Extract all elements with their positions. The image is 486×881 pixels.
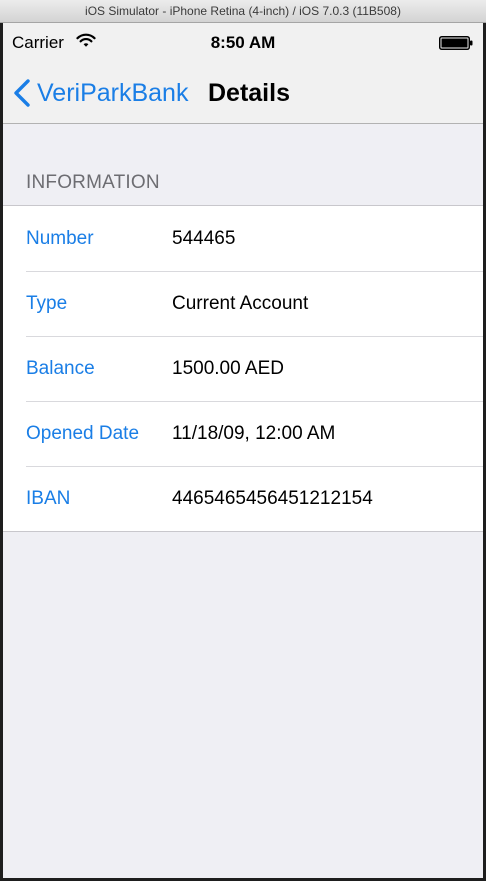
row-label: IBAN [26, 488, 71, 509]
row-value: 544465 [172, 228, 236, 249]
table-row-number[interactable]: Number 544465 [3, 206, 483, 271]
table-row-type[interactable]: Type Current Account [3, 271, 483, 336]
simulator-window: iOS Simulator - iPhone Retina (4-inch) /… [0, 0, 486, 881]
row-label: Opened Date [26, 423, 140, 444]
row-label: Number [26, 228, 94, 249]
details-table: Number 544465 Type Current Account Balan… [3, 205, 483, 532]
row-label: Balance [26, 358, 95, 379]
battery-icon [439, 36, 473, 50]
table-row-iban[interactable]: IBAN 4465465456451212154 [3, 466, 483, 531]
row-value: Current Account [172, 293, 309, 314]
back-button[interactable]: VeriParkBank [13, 76, 188, 110]
row-label: Type [26, 293, 68, 314]
back-button-label: VeriParkBank [37, 78, 189, 107]
status-time: 8:50 AM [210, 33, 276, 52]
row-value: 1500.00 AED [172, 358, 284, 379]
window-title-bar: iOS Simulator - iPhone Retina (4-inch) /… [0, 0, 486, 23]
table-row-balance[interactable]: Balance 1500.00 AED [3, 336, 483, 401]
row-value: 4465465456451212154 [172, 488, 373, 509]
row-value: 11/18/09, 12:00 AM [172, 423, 336, 444]
status-bar: Carrier 8:50 AM [3, 23, 483, 63]
page-title: Details [208, 79, 290, 107]
device-screen: Carrier 8:50 AM VeriParkBank Details INF… [3, 23, 483, 878]
table-row-opened-date[interactable]: Opened Date 11/18/09, 12:00 AM [3, 401, 483, 466]
navigation-bar: VeriParkBank Details [3, 63, 483, 124]
section-header-information: INFORMATION [26, 172, 160, 193]
chevron-left-icon [14, 79, 30, 107]
